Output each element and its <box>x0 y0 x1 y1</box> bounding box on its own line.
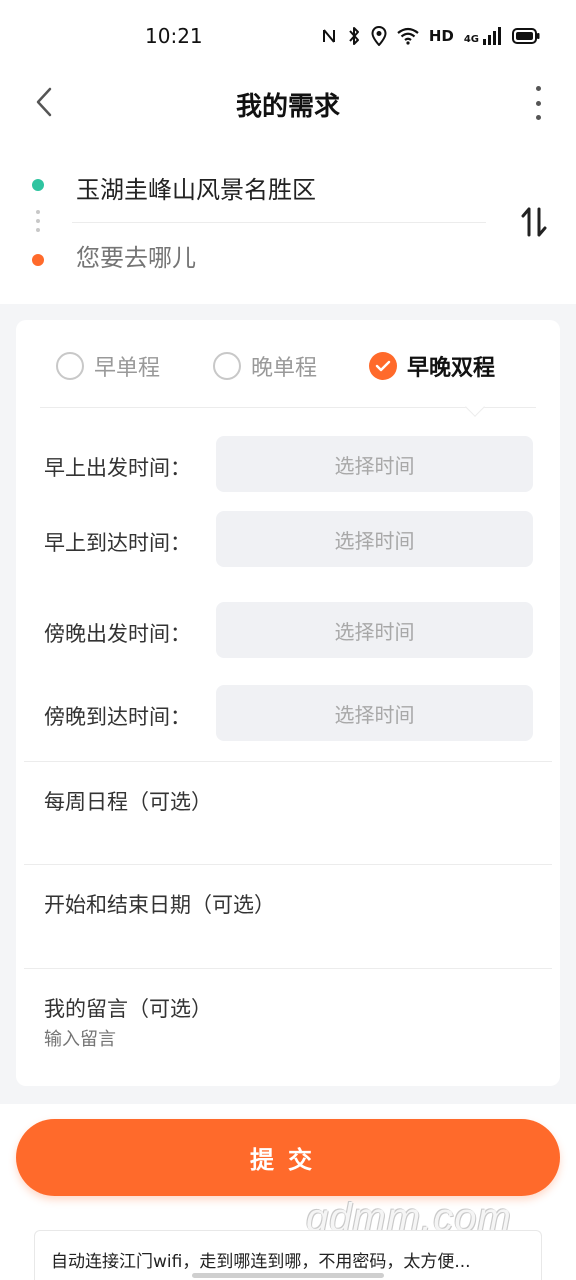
trip-type-selector: 早单程 晚单程 早晚双程 <box>16 320 560 417</box>
morning-arrive-label: 早上到达时间： <box>44 531 191 555</box>
page-title: 我的需求 <box>235 92 340 122</box>
status-time: 10:21 <box>145 24 203 48</box>
more-dot-icon <box>535 100 541 106</box>
trip-type-round-trip[interactable]: 早晚双程 <box>369 350 495 382</box>
requirement-card: 早单程 晚单程 早晚双程 早上出发时间： 选择时间 早上到达时间： 选择时间 傍… <box>16 320 560 1086</box>
message-label: 我的留言（可选） <box>44 997 212 1021</box>
route-connector-icon <box>36 210 40 232</box>
trip-type-morning-one-way[interactable]: 早单程 <box>56 350 160 382</box>
bluetooth-icon <box>347 26 361 46</box>
route-divider <box>72 222 486 223</box>
more-dot-icon <box>535 115 541 120</box>
swap-route-button[interactable] <box>518 206 550 238</box>
message-section: 我的留言（可选） <box>24 968 552 1078</box>
morning-arrive-time-picker[interactable]: 选择时间 <box>216 511 533 567</box>
battery-icon <box>512 28 540 44</box>
evening-depart-time-picker[interactable]: 选择时间 <box>216 602 533 658</box>
signal-icon: 4G <box>464 27 502 45</box>
selection-pointer <box>465 397 485 417</box>
divider <box>40 407 536 408</box>
route-selector: 玉湖圭峰山风景名胜区 <box>0 150 576 304</box>
evening-arrive-time-picker[interactable]: 选择时间 <box>216 685 533 741</box>
trip-type-label: 早晚双程 <box>407 356 496 381</box>
morning-depart-row: 早上出发时间： 选择时间 <box>16 436 560 492</box>
morning-depart-time-picker[interactable]: 选择时间 <box>216 436 533 492</box>
trip-type-label: 晚单程 <box>251 356 318 381</box>
nfc-icon <box>321 27 337 45</box>
evening-arrive-row: 傍晚到达时间： 选择时间 <box>16 685 560 741</box>
start-location[interactable]: 玉湖圭峰山风景名胜区 <box>76 170 316 205</box>
message-input[interactable] <box>44 1029 504 1050</box>
swap-arrows-icon <box>521 207 547 237</box>
date-range-section[interactable]: 开始和结束日期（可选） <box>24 864 552 968</box>
trip-type-evening-one-way[interactable]: 晚单程 <box>213 350 317 382</box>
end-point-dot-icon <box>32 254 44 266</box>
weekly-schedule-label: 每周日程（可选） <box>44 790 212 814</box>
radio-unchecked-icon <box>213 352 241 380</box>
trip-type-label: 早单程 <box>94 356 161 381</box>
destination-input[interactable] <box>76 244 476 272</box>
status-icons: HD 4G <box>321 26 540 46</box>
location-icon <box>371 26 387 46</box>
start-point-dot-icon <box>32 179 44 191</box>
radio-unchecked-icon <box>56 352 84 380</box>
status-bar: 10:21 HD 4G <box>0 0 576 72</box>
wifi-icon <box>397 27 419 45</box>
hd-text: HD <box>428 27 454 45</box>
date-range-label: 开始和结束日期（可选） <box>44 893 275 917</box>
weekly-schedule-section[interactable]: 每周日程（可选） <box>24 761 552 865</box>
evening-arrive-label: 傍晚到达时间： <box>44 705 191 729</box>
more-dot-icon <box>535 86 541 91</box>
evening-depart-label: 傍晚出发时间： <box>44 622 191 646</box>
ad-text: 自动连接江门wifi，走到哪连到哪，不用密码，太方便... <box>51 1252 471 1272</box>
evening-depart-row: 傍晚出发时间： 选择时间 <box>16 602 560 658</box>
morning-arrive-row: 早上到达时间： 选择时间 <box>16 511 560 567</box>
nav-bar: 我的需求 <box>0 72 576 134</box>
network-type: 4G <box>463 34 479 45</box>
home-indicator[interactable] <box>192 1273 384 1278</box>
radio-checked-icon <box>369 352 397 380</box>
morning-depart-label: 早上出发时间： <box>44 456 191 480</box>
more-options-button[interactable] <box>528 84 548 122</box>
submit-button[interactable]: 提交 <box>16 1119 560 1196</box>
